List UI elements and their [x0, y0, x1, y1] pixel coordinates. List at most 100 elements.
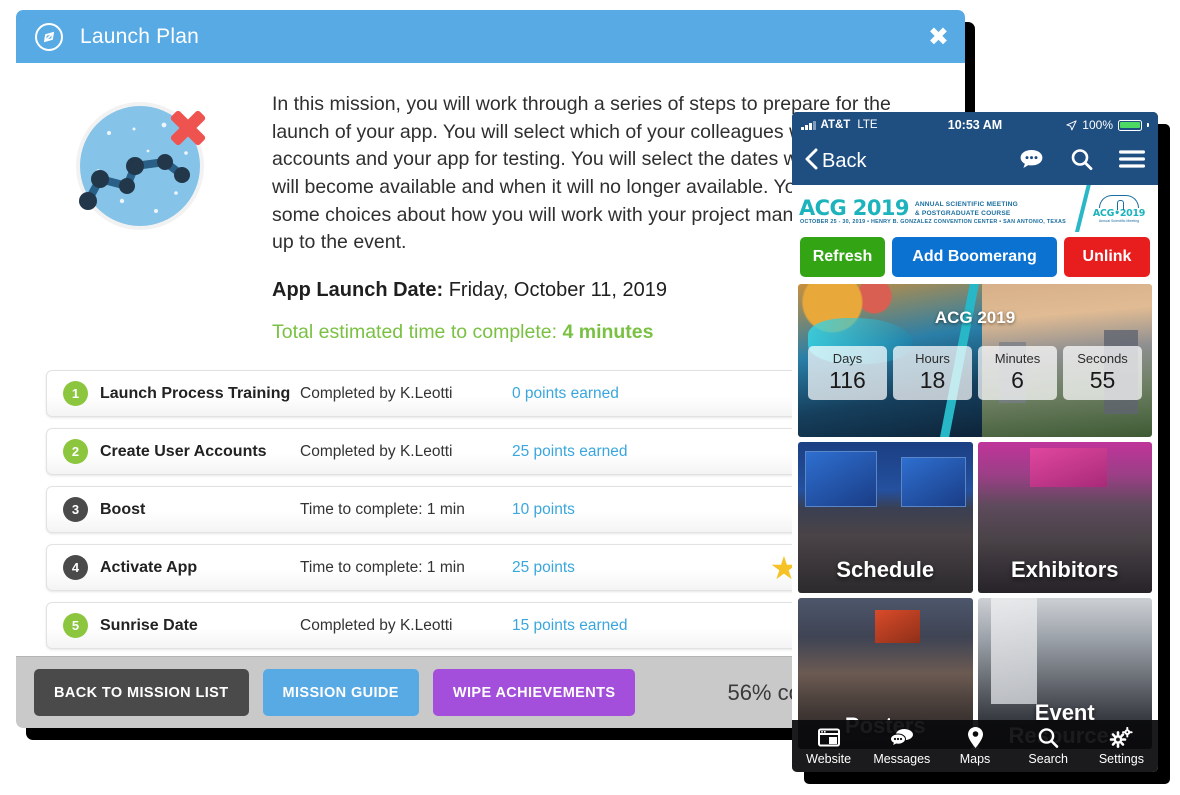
map-pin-icon	[967, 727, 984, 749]
countdown-cell: Minutes 6	[978, 346, 1057, 400]
countdown-value: 116	[829, 367, 866, 393]
feature-tile-grid: ScheduleExhibitorsPostersEventResources	[798, 442, 1152, 749]
task-points[interactable]: 25 points	[512, 559, 677, 577]
chevron-left-icon[interactable]	[805, 148, 818, 175]
task-status: Time to complete: 1 min	[300, 500, 465, 518]
tab-item-maps[interactable]: Maps	[938, 727, 1011, 766]
tab-label: Settings	[1098, 751, 1144, 766]
signal-bars-icon	[801, 120, 816, 130]
wipe-achievements-button[interactable]: WIPE ACHIEVEMENTS	[432, 669, 636, 716]
estimated-time-label: Total estimated time to complete:	[272, 321, 558, 344]
tab-label: Maps	[959, 751, 991, 766]
back-button-label[interactable]: Back	[822, 150, 866, 173]
task-title: Sunrise Date	[100, 616, 198, 634]
countdown-cell: Days 116	[808, 346, 887, 400]
phone-action-buttons: Refresh Add Boomerang Unlink	[792, 232, 1158, 282]
add-boomerang-button[interactable]: Add Boomerang	[892, 237, 1057, 277]
network-type-label: LTE	[857, 119, 878, 131]
browser-window-icon	[817, 727, 840, 749]
tab-item-search[interactable]: Search	[1012, 727, 1085, 766]
battery-charging-icon	[1118, 119, 1142, 131]
tab-item-messages[interactable]: Messages	[865, 727, 938, 766]
tab-item-settings[interactable]: Settings	[1085, 727, 1158, 766]
countdown-label: Days	[832, 351, 863, 366]
phone-content-area: ACG 2019 Days 116 Hours 18 Minutes 6 Seconds 55…	[792, 282, 1158, 772]
constellation-map-icon	[64, 93, 224, 243]
tab-label: Messages	[873, 751, 931, 766]
app-launch-date-label: App Launch Date:	[272, 279, 444, 302]
refresh-button[interactable]: Refresh	[800, 237, 885, 277]
countdown-label: Minutes	[994, 351, 1041, 366]
task-points[interactable]: 15 points earned	[512, 617, 677, 635]
banner-subtitle-line1: ANNUAL SCIENTIFIC MEETING	[914, 201, 1018, 208]
navbar-icon-group	[1019, 148, 1145, 176]
countdown-value: 18	[919, 367, 946, 393]
feature-tile[interactable]: Schedule	[798, 442, 973, 593]
banner-text-block: ACG 2019 ANNUAL SCIENTIFIC MEETING & POS…	[792, 198, 1018, 219]
gears-icon	[1109, 727, 1134, 749]
task-status: Time to complete: 1 min	[300, 558, 465, 576]
task-status: Completed by K.Leotti	[300, 442, 453, 460]
page-title: Launch Plan	[80, 24, 199, 48]
banner-logo-subtext: Annual Scientific Meeting	[1098, 218, 1140, 223]
dome-shape	[1099, 194, 1139, 210]
task-title: Create User Accounts	[100, 442, 267, 460]
chat-bubble-icon[interactable]	[1019, 148, 1044, 175]
banner-subtitle-line2: & POSTGRADUATE COURSE	[914, 209, 1011, 217]
task-number-badge: 5	[63, 613, 88, 639]
countdown-value: 6	[1011, 367, 1024, 393]
countdown-value: 55	[1089, 367, 1116, 393]
acg-event-banner: ACG 2019 ANNUAL SCIENTIFIC MEETING & POS…	[792, 185, 1158, 232]
search-icon	[1037, 727, 1059, 749]
countdown-label: Hours	[915, 351, 950, 366]
back-to-mission-list-button[interactable]: BACK TO MISSION LIST	[34, 669, 249, 716]
chat-bubbles-icon	[889, 727, 914, 749]
tab-item-website[interactable]: Website	[792, 727, 865, 766]
battery-percent-label: 100%	[1082, 118, 1113, 132]
status-right-group: 100%	[1066, 118, 1149, 132]
close-icon[interactable]: ✖	[928, 24, 949, 49]
task-number-badge: 3	[63, 497, 88, 523]
task-points[interactable]: 0 points earned	[512, 385, 677, 403]
phone-tab-bar: Website Messages Maps Search Settings	[792, 720, 1158, 772]
feature-tile-label: Exhibitors	[1010, 557, 1119, 582]
task-points[interactable]: 10 points	[512, 501, 677, 519]
modal-titlebar: Launch Plan ✖	[16, 10, 965, 63]
task-number-badge: 2	[63, 439, 88, 465]
countdown-hero[interactable]: ACG 2019 Days 116 Hours 18 Minutes 6 Seconds 55	[798, 284, 1152, 437]
feature-tile[interactable]: Exhibitors	[977, 442, 1152, 593]
task-title: Boost	[100, 500, 146, 518]
tab-label: Search	[1028, 751, 1069, 766]
task-status: Completed by K.Leotti	[300, 616, 453, 634]
hero-title: ACG 2019	[934, 308, 1016, 327]
task-number-badge: 4	[63, 555, 88, 581]
task-title: Launch Process Training	[100, 384, 291, 402]
mission-guide-button[interactable]: MISSION GUIDE	[262, 669, 419, 716]
app-launch-date-value: Friday, October 11, 2019	[448, 279, 667, 302]
phone-navigation-bar: Back	[792, 138, 1158, 185]
unlink-button[interactable]: Unlink	[1064, 237, 1150, 277]
phone-preview: AT&T LTE 10:53 AM 100% Back ACG 2019 ANN…	[792, 112, 1158, 772]
task-number-badge: 1	[63, 381, 88, 407]
tab-label: Website	[806, 751, 852, 766]
banner-subtitle: ANNUAL SCIENTIFIC MEETING & POSTGRADUATE…	[915, 198, 1018, 218]
countdown-label: Seconds	[1077, 351, 1128, 366]
task-status: Completed by K.Leotti	[300, 384, 453, 402]
hamburger-menu-icon[interactable]	[1119, 149, 1145, 174]
countdown-timer: Days 116 Hours 18 Minutes 6 Seconds 55	[808, 346, 1142, 400]
task-points[interactable]: 25 points earned	[512, 443, 677, 461]
compass-icon	[34, 22, 64, 52]
alamo-dome-icon: ACG•2019 Annual Scientific Meeting	[1086, 189, 1152, 228]
search-icon[interactable]	[1070, 148, 1093, 176]
countdown-cell: Seconds 55	[1063, 346, 1142, 400]
phone-status-bar: AT&T LTE 10:53 AM 100%	[792, 112, 1158, 138]
feature-tile-label: Schedule	[836, 557, 935, 582]
battery-nub	[1147, 123, 1149, 127]
banner-dates-line: OCTOBER 25 - 30, 2019 • HENRY B. GONZALE…	[800, 219, 1066, 225]
estimated-time-value: 4 minutes	[562, 321, 654, 344]
location-arrow-icon	[1066, 119, 1077, 130]
screenshot-stage: Launch Plan ✖ In this mission, you will …	[0, 0, 1180, 795]
countdown-cell: Hours 18	[893, 346, 972, 400]
banner-title: ACG 2019	[799, 196, 909, 220]
task-title: Activate App	[100, 558, 198, 576]
